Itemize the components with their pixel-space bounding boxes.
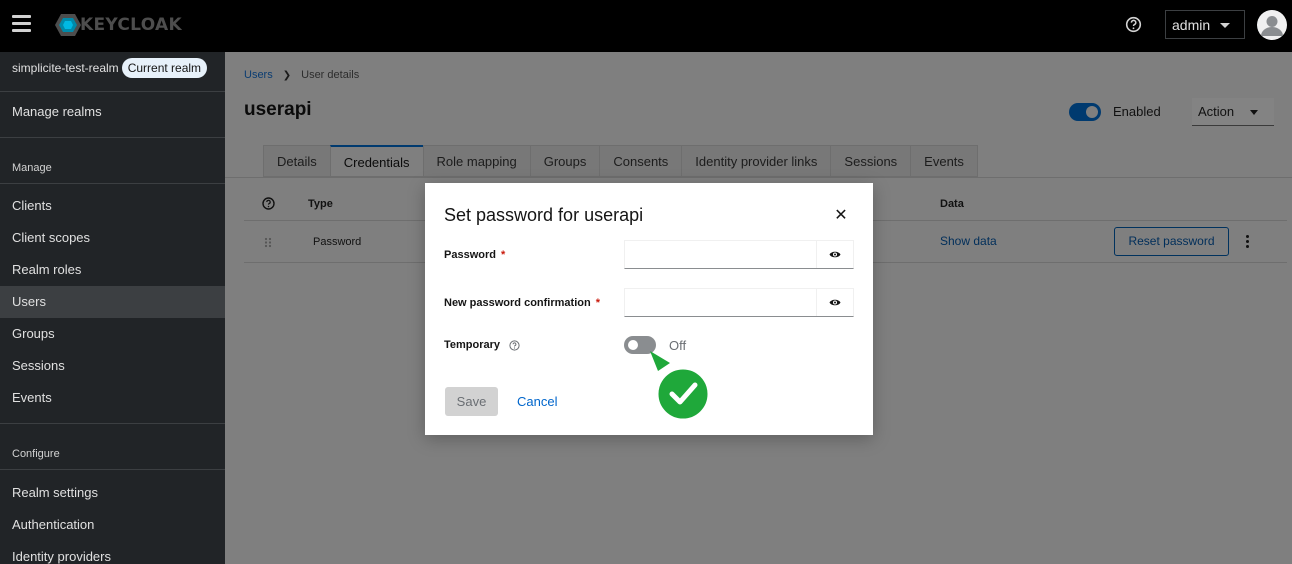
breadcrumb: Users ❯ User details [244, 69, 359, 81]
tabs-divider [225, 177, 1292, 178]
sidebar-divider [0, 183, 225, 184]
password-confirmation-input[interactable] [625, 289, 816, 316]
caret-down-icon [1220, 23, 1230, 28]
sidebar-item-client-scopes[interactable]: Client scopes [0, 222, 225, 254]
required-mark: * [500, 249, 506, 261]
password-field-group [624, 240, 854, 269]
sidebar-item-clients[interactable]: Clients [0, 190, 225, 222]
tab-events[interactable]: Events [910, 145, 978, 177]
password-label-text: Password [444, 249, 496, 261]
help-icon[interactable] [262, 197, 275, 210]
sidebar-divider [0, 91, 225, 92]
masthead: KEYCLOAK admin [0, 0, 1292, 52]
eye-icon [829, 251, 841, 258]
enabled-label: Enabled [1113, 104, 1161, 119]
user-tabs: Details Credentials Role mapping Groups … [263, 145, 978, 177]
sidebar-section-manage: Manage [12, 162, 52, 174]
sidebar-item-groups[interactable]: Groups [0, 318, 225, 350]
sidebar-item-authentication[interactable]: Authentication [0, 509, 225, 541]
click-indicator-check-icon [650, 351, 711, 422]
logo-text: KEYCLOAK [80, 15, 182, 35]
confirm-label-text: New password confirmation [444, 297, 591, 309]
realm-name: simplicite-test-realm [12, 61, 119, 75]
chevron-right-icon: ❯ [282, 69, 292, 81]
sidebar: simplicite-test-realm Current realm Mana… [0, 52, 225, 564]
cancel-button[interactable]: Cancel [517, 394, 557, 409]
tab-groups[interactable]: Groups [529, 145, 600, 177]
eye-icon [829, 299, 841, 306]
action-dropdown[interactable]: Action [1192, 98, 1274, 126]
drag-handle-icon[interactable] [264, 237, 272, 248]
password-input[interactable] [625, 241, 816, 268]
save-button[interactable]: Save [445, 387, 498, 416]
tab-role-mapping[interactable]: Role mapping [422, 145, 530, 177]
page-title: userapi [244, 99, 312, 120]
sidebar-item-manage-realms[interactable]: Manage realms [0, 96, 225, 128]
show-password-button[interactable] [816, 241, 853, 268]
sidebar-item-users[interactable]: Users [0, 286, 225, 318]
avatar[interactable] [1257, 10, 1287, 40]
tab-consents[interactable]: Consents [599, 145, 682, 177]
sidebar-item-realm-settings[interactable]: Realm settings [0, 477, 225, 509]
tab-credentials[interactable]: Credentials [329, 145, 423, 177]
sidebar-item-events[interactable]: Events [0, 382, 225, 414]
sidebar-divider [0, 469, 225, 470]
sidebar-item-realm-roles[interactable]: Realm roles [0, 254, 225, 286]
kebab-menu-icon[interactable] [1246, 235, 1250, 250]
help-icon[interactable] [1125, 16, 1142, 33]
confirm-field-group [624, 288, 854, 317]
breadcrumb-users-link[interactable]: Users [244, 69, 273, 81]
sidebar-item-identity-providers[interactable]: Identity providers [0, 541, 225, 564]
temporary-label-text: Temporary [444, 339, 501, 351]
column-header-type: Type [308, 198, 333, 210]
keycloak-logo-icon [55, 14, 81, 36]
confirm-label: New password confirmation * [444, 297, 600, 309]
sidebar-divider [0, 137, 225, 138]
column-header-data: Data [940, 198, 964, 210]
current-realm-badge: Current realm [121, 58, 208, 78]
sidebar-item-sessions[interactable]: Sessions [0, 350, 225, 382]
sidebar-divider [0, 423, 225, 424]
tab-identity-provider-links[interactable]: Identity provider links [681, 145, 831, 177]
breadcrumb-current: User details [301, 69, 360, 81]
reset-password-button[interactable]: Reset password [1114, 227, 1229, 256]
enabled-switch[interactable] [1069, 103, 1101, 121]
action-label: Action [1198, 104, 1235, 119]
realm-selector[interactable]: simplicite-test-realm Current realm [12, 58, 208, 78]
modal-title: Set password for userapi [444, 205, 644, 225]
close-icon[interactable]: ✕ [834, 208, 848, 224]
temporary-label: Temporary [444, 339, 520, 351]
show-data-link[interactable]: Show data [940, 234, 997, 248]
required-mark: * [595, 297, 600, 309]
help-icon[interactable] [509, 339, 520, 351]
hamburger-menu-icon[interactable] [12, 15, 31, 33]
show-confirmation-button[interactable] [816, 289, 853, 316]
user-name: admin [1172, 16, 1211, 33]
keycloak-logo[interactable]: KEYCLOAK [54, 10, 182, 40]
tab-sessions[interactable]: Sessions [830, 145, 911, 177]
tab-details[interactable]: Details [263, 145, 330, 177]
credential-type: Password [313, 236, 362, 248]
sidebar-section-configure: Configure [12, 448, 60, 460]
caret-down-icon [1250, 110, 1258, 115]
password-label: Password * [444, 249, 505, 261]
user-dropdown[interactable]: admin [1165, 10, 1245, 39]
